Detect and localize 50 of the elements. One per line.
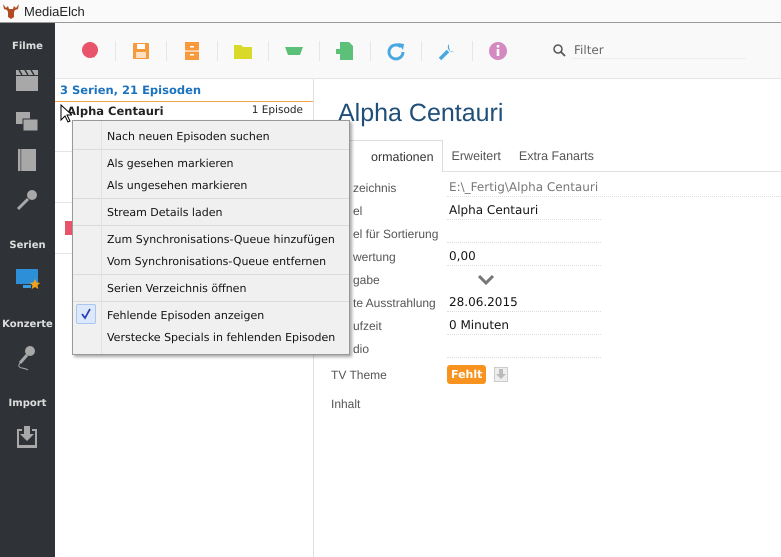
menu-item[interactable]: Als ungesehen markieren — [73, 174, 349, 196]
import-icon[interactable] — [16, 425, 38, 449]
field-label: TV Theme — [331, 368, 388, 382]
sidebar-section-title: Serien — [9, 240, 46, 251]
info-icon[interactable] — [489, 42, 507, 60]
field-label: dio — [352, 342, 370, 356]
menu-item[interactable]: Verstecke Specials in fehlenden Episoden — [73, 326, 349, 348]
field-label: el — [352, 204, 364, 218]
menu-item[interactable]: Fehlende Episoden anzeigen — [73, 304, 349, 326]
filter-field[interactable]: Filter — [572, 42, 746, 59]
menu-item[interactable]: Nach neuen Episoden suchen — [73, 125, 349, 147]
moose-icon — [2, 3, 20, 19]
menu-item[interactable]: Zum Synchronisations-Queue hinzufügen — [73, 228, 349, 250]
cabinet-icon[interactable] — [184, 42, 200, 60]
field-label: Inhalt — [331, 396, 362, 410]
field-label: el für Sortierung — [352, 226, 440, 240]
reload-icon[interactable] — [388, 42, 404, 60]
menu-item[interactable]: Serien Verzeichnis öffnen — [73, 277, 349, 299]
series-heading: Alpha Centauri — [338, 99, 504, 128]
window-title: MediaElch — [24, 4, 85, 18]
book-icon[interactable] — [17, 148, 38, 172]
list-header: 3 Serien, 21 Episoden — [55, 79, 313, 102]
menu-item[interactable]: Stream Details laden — [73, 201, 349, 223]
field-label: zeichnis — [352, 180, 398, 194]
media-center-icon[interactable] — [285, 46, 303, 54]
tab[interactable]: Erweitert — [442, 140, 510, 171]
save-icon[interactable] — [133, 42, 149, 58]
text-field[interactable]: 0,00 — [447, 248, 601, 266]
text-field[interactable]: 0 Minuten — [447, 316, 601, 334]
clapperboard-icon[interactable] — [15, 68, 40, 92]
settings-icon[interactable] — [438, 44, 454, 60]
monitor-star-icon[interactable] — [14, 267, 40, 291]
series-title[interactable]: Alpha Centauri — [67, 104, 164, 118]
microphone-icon[interactable] — [15, 188, 40, 212]
field-label: te Ausstrahlung — [352, 296, 437, 310]
sidebar-section-title: Konzerte — [2, 319, 53, 330]
sidebar-section-title: Import — [8, 398, 46, 409]
text-field[interactable]: 28.06.2015 — [447, 294, 601, 312]
field-label: ufzeit — [352, 318, 383, 332]
sidebar-section-title: Filme — [12, 41, 43, 52]
field-label: wertung — [352, 250, 397, 264]
field-label: gabe — [352, 272, 381, 286]
tab[interactable]: Extra Fanarts — [510, 140, 603, 171]
folder-icon[interactable] — [234, 44, 252, 58]
text-field[interactable]: Alpha Centauri — [447, 202, 601, 220]
episode-count: 1 Episode — [252, 104, 303, 116]
document-add-icon[interactable] — [336, 42, 353, 60]
download-icon[interactable] — [494, 367, 508, 382]
menu-item[interactable]: Vom Synchronisations-Queue entfernen — [73, 250, 349, 272]
search-icon — [553, 44, 566, 57]
